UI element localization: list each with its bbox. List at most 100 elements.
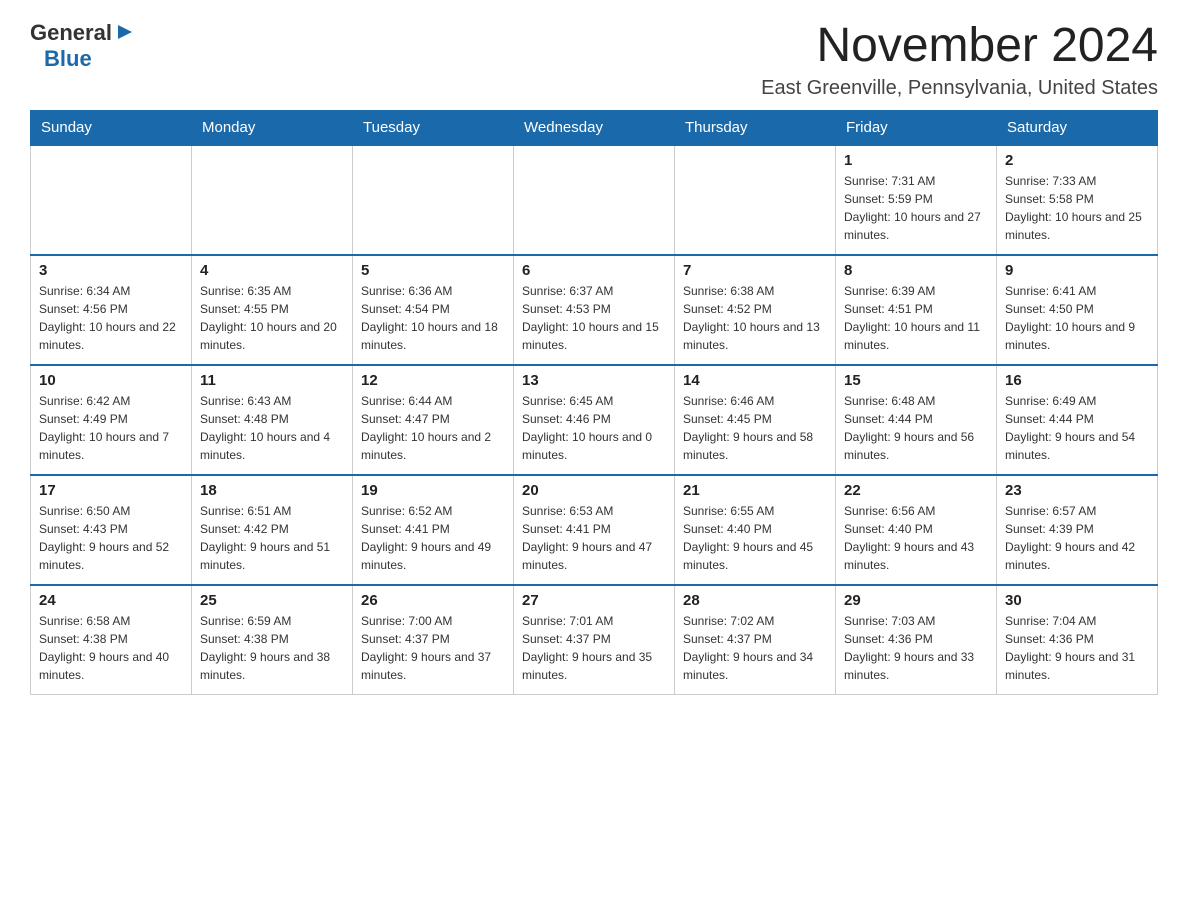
day-number: 17 (39, 482, 183, 499)
day-info: Sunrise: 7:31 AMSunset: 5:59 PMDaylight:… (844, 172, 988, 244)
day-info: Sunrise: 7:00 AMSunset: 4:37 PMDaylight:… (361, 612, 505, 684)
day-number: 26 (361, 592, 505, 609)
calendar-cell (514, 145, 675, 255)
calendar-week-row: 17 Sunrise: 6:50 AMSunset: 4:43 PMDayligh… (31, 475, 1158, 585)
day-number: 6 (522, 262, 666, 279)
day-info: Sunrise: 6:56 AMSunset: 4:40 PMDaylight:… (844, 502, 988, 574)
day-info: Sunrise: 6:50 AMSunset: 4:43 PMDaylight:… (39, 502, 183, 574)
day-number: 2 (1005, 152, 1149, 169)
calendar-cell: 23 Sunrise: 6:57 AMSunset: 4:39 PMDayligh… (997, 475, 1158, 585)
calendar-cell: 4 Sunrise: 6:35 AMSunset: 4:55 PMDaylight… (192, 255, 353, 365)
calendar-cell: 16 Sunrise: 6:49 AMSunset: 4:44 PMDayligh… (997, 365, 1158, 475)
page-title: November 2024 (761, 20, 1158, 73)
day-info: Sunrise: 6:45 AMSunset: 4:46 PMDaylight:… (522, 392, 666, 464)
page-subtitle: East Greenville, Pennsylvania, United St… (761, 77, 1158, 100)
day-number: 14 (683, 372, 827, 389)
calendar-cell: 8 Sunrise: 6:39 AMSunset: 4:51 PMDaylight… (836, 255, 997, 365)
logo-arrow-icon (116, 23, 134, 46)
weekday-header: Sunday (31, 110, 192, 145)
day-number: 9 (1005, 262, 1149, 279)
day-number: 19 (361, 482, 505, 499)
day-info: Sunrise: 6:52 AMSunset: 4:41 PMDaylight:… (361, 502, 505, 574)
calendar-cell: 12 Sunrise: 6:44 AMSunset: 4:47 PMDayligh… (353, 365, 514, 475)
day-info: Sunrise: 6:58 AMSunset: 4:38 PMDaylight:… (39, 612, 183, 684)
calendar-header-row: SundayMondayTuesdayWednesdayThursdayFrid… (31, 110, 1158, 145)
calendar-cell: 20 Sunrise: 6:53 AMSunset: 4:41 PMDayligh… (514, 475, 675, 585)
calendar-cell: 17 Sunrise: 6:50 AMSunset: 4:43 PMDayligh… (31, 475, 192, 585)
logo-general-text: General (30, 20, 112, 46)
calendar-cell: 28 Sunrise: 7:02 AMSunset: 4:37 PMDayligh… (675, 585, 836, 695)
calendar-cell: 10 Sunrise: 6:42 AMSunset: 4:49 PMDayligh… (31, 365, 192, 475)
calendar-cell: 24 Sunrise: 6:58 AMSunset: 4:38 PMDayligh… (31, 585, 192, 695)
day-number: 29 (844, 592, 988, 609)
weekday-header: Wednesday (514, 110, 675, 145)
weekday-header: Friday (836, 110, 997, 145)
day-info: Sunrise: 7:03 AMSunset: 4:36 PMDaylight:… (844, 612, 988, 684)
calendar-cell: 3Sunrise: 6:34 AMSunset: 4:56 PMDaylight… (31, 255, 192, 365)
day-number: 21 (683, 482, 827, 499)
calendar-cell: 6 Sunrise: 6:37 AMSunset: 4:53 PMDaylight… (514, 255, 675, 365)
day-number: 22 (844, 482, 988, 499)
weekday-header: Tuesday (353, 110, 514, 145)
calendar-cell: 25Sunrise: 6:59 AMSunset: 4:38 PMDayligh… (192, 585, 353, 695)
day-info: Sunrise: 6:53 AMSunset: 4:41 PMDaylight:… (522, 502, 666, 574)
weekday-header: Monday (192, 110, 353, 145)
logo-blue-text: Blue (44, 46, 92, 72)
title-area: November 2024 East Greenville, Pennsylva… (761, 20, 1158, 100)
day-number: 11 (200, 372, 344, 389)
day-number: 25 (200, 592, 344, 609)
day-info: Sunrise: 6:57 AMSunset: 4:39 PMDaylight:… (1005, 502, 1149, 574)
calendar-week-row: 24 Sunrise: 6:58 AMSunset: 4:38 PMDayligh… (31, 585, 1158, 695)
day-number: 10 (39, 372, 183, 389)
day-info: Sunrise: 6:42 AMSunset: 4:49 PMDaylight:… (39, 392, 183, 464)
day-number: 28 (683, 592, 827, 609)
day-number: 7 (683, 262, 827, 279)
day-info: Sunrise: 6:35 AMSunset: 4:55 PMDaylight:… (200, 282, 344, 354)
day-number: 8 (844, 262, 988, 279)
calendar-week-row: 1 Sunrise: 7:31 AMSunset: 5:59 PMDaylight… (31, 145, 1158, 255)
calendar-cell: 30Sunrise: 7:04 AMSunset: 4:36 PMDayligh… (997, 585, 1158, 695)
calendar-cell: 13Sunrise: 6:45 AMSunset: 4:46 PMDayligh… (514, 365, 675, 475)
calendar-cell: 29 Sunrise: 7:03 AMSunset: 4:36 PMDayligh… (836, 585, 997, 695)
day-info: Sunrise: 6:36 AMSunset: 4:54 PMDaylight:… (361, 282, 505, 354)
calendar-cell (353, 145, 514, 255)
calendar-week-row: 10 Sunrise: 6:42 AMSunset: 4:49 PMDayligh… (31, 365, 1158, 475)
calendar-cell: 22 Sunrise: 6:56 AMSunset: 4:40 PMDayligh… (836, 475, 997, 585)
day-number: 20 (522, 482, 666, 499)
weekday-header: Saturday (997, 110, 1158, 145)
day-info: Sunrise: 6:51 AMSunset: 4:42 PMDaylight:… (200, 502, 344, 574)
day-number: 1 (844, 152, 988, 169)
calendar-cell: 1 Sunrise: 7:31 AMSunset: 5:59 PMDaylight… (836, 145, 997, 255)
calendar-cell (192, 145, 353, 255)
weekday-header: Thursday (675, 110, 836, 145)
calendar-cell: 18 Sunrise: 6:51 AMSunset: 4:42 PMDayligh… (192, 475, 353, 585)
day-info: Sunrise: 6:48 AMSunset: 4:44 PMDaylight:… (844, 392, 988, 464)
day-info: Sunrise: 6:55 AMSunset: 4:40 PMDaylight:… (683, 502, 827, 574)
day-info: Sunrise: 7:02 AMSunset: 4:37 PMDaylight:… (683, 612, 827, 684)
day-info: Sunrise: 6:41 AMSunset: 4:50 PMDaylight:… (1005, 282, 1149, 354)
day-info: Sunrise: 6:39 AMSunset: 4:51 PMDaylight:… (844, 282, 988, 354)
day-info: Sunrise: 6:43 AMSunset: 4:48 PMDaylight:… (200, 392, 344, 464)
calendar-cell: 15Sunrise: 6:48 AMSunset: 4:44 PMDayligh… (836, 365, 997, 475)
day-info: Sunrise: 7:33 AMSunset: 5:58 PMDaylight:… (1005, 172, 1149, 244)
calendar-cell: 27Sunrise: 7:01 AMSunset: 4:37 PMDayligh… (514, 585, 675, 695)
calendar-cell: 7Sunrise: 6:38 AMSunset: 4:52 PMDaylight… (675, 255, 836, 365)
day-number: 16 (1005, 372, 1149, 389)
day-number: 12 (361, 372, 505, 389)
day-number: 24 (39, 592, 183, 609)
day-info: Sunrise: 6:49 AMSunset: 4:44 PMDaylight:… (1005, 392, 1149, 464)
calendar-week-row: 3Sunrise: 6:34 AMSunset: 4:56 PMDaylight… (31, 255, 1158, 365)
day-number: 18 (200, 482, 344, 499)
calendar-cell (31, 145, 192, 255)
day-info: Sunrise: 6:44 AMSunset: 4:47 PMDaylight:… (361, 392, 505, 464)
calendar-cell: 19 Sunrise: 6:52 AMSunset: 4:41 PMDayligh… (353, 475, 514, 585)
day-number: 27 (522, 592, 666, 609)
calendar-cell: 21 Sunrise: 6:55 AMSunset: 4:40 PMDayligh… (675, 475, 836, 585)
calendar-cell: 9 Sunrise: 6:41 AMSunset: 4:50 PMDaylight… (997, 255, 1158, 365)
day-number: 4 (200, 262, 344, 279)
day-info: Sunrise: 7:04 AMSunset: 4:36 PMDaylight:… (1005, 612, 1149, 684)
calendar-cell: 11 Sunrise: 6:43 AMSunset: 4:48 PMDayligh… (192, 365, 353, 475)
day-number: 23 (1005, 482, 1149, 499)
day-info: Sunrise: 6:37 AMSunset: 4:53 PMDaylight:… (522, 282, 666, 354)
logo: General Blue (30, 20, 134, 72)
